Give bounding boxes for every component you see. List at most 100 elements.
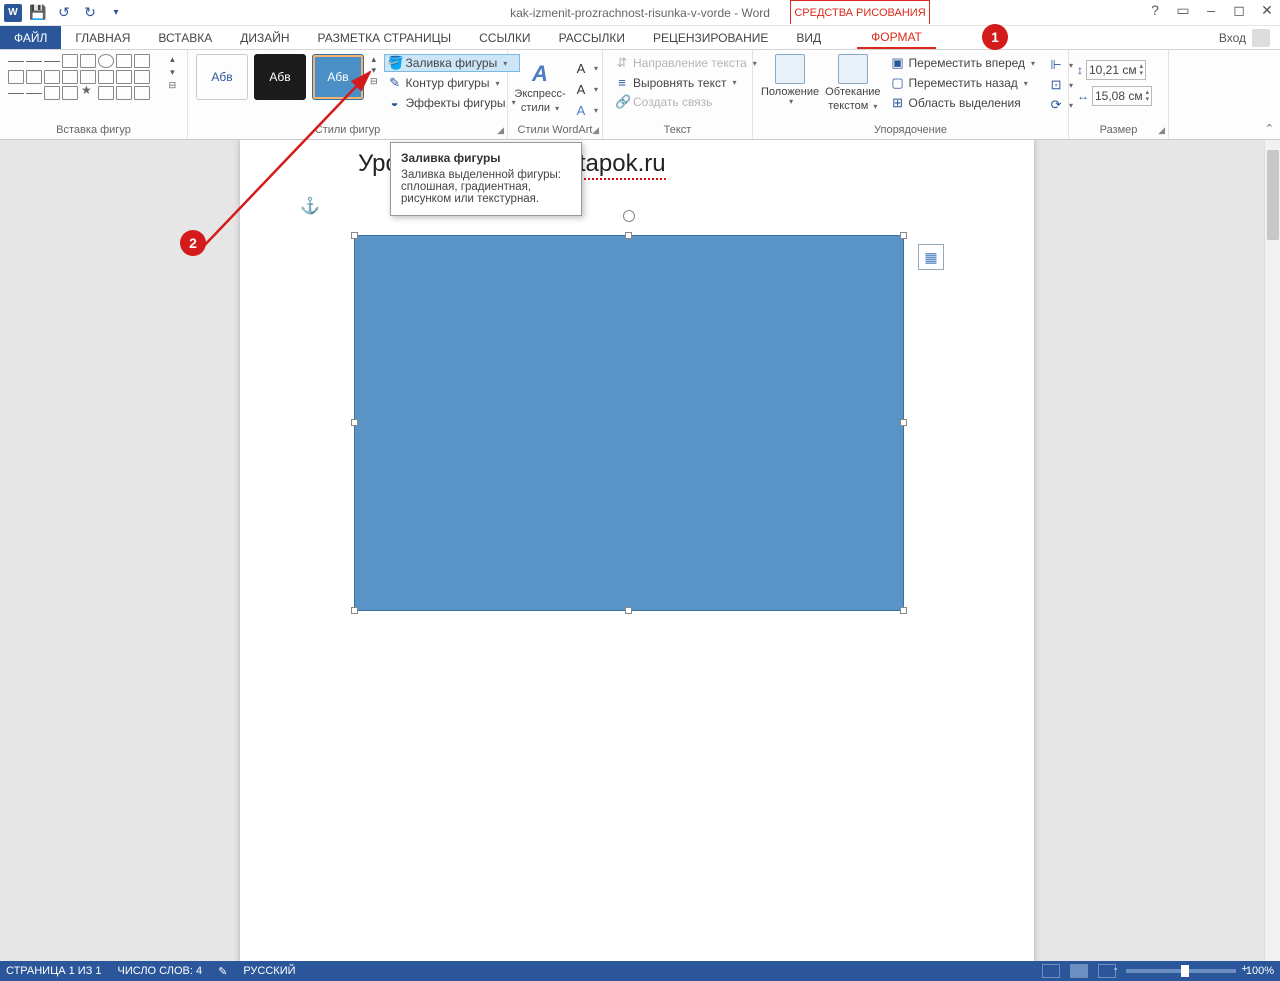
group-text: ⇵Направление текста▾ ≡Выровнять текст▾ 🔗… bbox=[603, 50, 753, 139]
selection-pane-icon: ⊞ bbox=[891, 95, 905, 111]
create-link-button: 🔗Создать связь bbox=[611, 93, 761, 111]
view-read-mode-button[interactable] bbox=[1042, 964, 1060, 978]
view-print-layout-button[interactable] bbox=[1070, 964, 1088, 978]
status-language[interactable]: РУССКИЙ bbox=[243, 965, 295, 977]
status-page[interactable]: СТРАНИЦА 1 ИЗ 1 bbox=[6, 965, 102, 977]
undo-icon[interactable]: ↺ bbox=[54, 3, 74, 23]
dialog-launcher-icon[interactable]: ◢ bbox=[1158, 125, 1165, 136]
resize-handle[interactable] bbox=[625, 607, 632, 614]
group-label-shape-styles: Стили фигур bbox=[196, 122, 499, 139]
tab-home[interactable]: ГЛАВНАЯ bbox=[61, 26, 144, 49]
tab-design[interactable]: ДИЗАЙН bbox=[226, 26, 303, 49]
tab-format[interactable]: ФОРМАТ bbox=[857, 26, 936, 49]
document-area: Уроxxxxxxxxxxxxxxxtapok.ru ⚓ ▦ bbox=[0, 140, 1280, 961]
bring-forward-icon: ▣ bbox=[891, 55, 905, 71]
collapse-ribbon-icon[interactable]: ⌃ bbox=[1265, 122, 1274, 135]
resize-handle[interactable] bbox=[351, 419, 358, 426]
style-thumb-2[interactable]: Абв bbox=[254, 54, 306, 100]
tab-review[interactable]: РЕЦЕНЗИРОВАНИЕ bbox=[639, 26, 782, 49]
help-icon[interactable]: ? bbox=[1146, 2, 1164, 19]
shape-fill-button[interactable]: 🪣Заливка фигуры▾ bbox=[384, 54, 520, 72]
resize-handle[interactable] bbox=[625, 232, 632, 239]
zoom-slider-knob[interactable] bbox=[1181, 965, 1189, 977]
resize-handle[interactable] bbox=[900, 607, 907, 614]
group-size: ↕ 10,21 см▴▾ ↔ 15,08 см▴▾ Размер ◢ bbox=[1069, 50, 1169, 139]
bring-forward-button[interactable]: ▣Переместить вперед▾ bbox=[887, 54, 1040, 72]
dialog-launcher-icon[interactable]: ◢ bbox=[497, 125, 504, 136]
tab-references[interactable]: ССЫЛКИ bbox=[465, 26, 544, 49]
status-word-count[interactable]: ЧИСЛО СЛОВ: 4 bbox=[118, 965, 203, 977]
height-icon: ↕ bbox=[1077, 63, 1083, 77]
tab-view[interactable]: ВИД bbox=[782, 26, 835, 49]
position-button[interactable]: Положение▾ bbox=[761, 54, 819, 107]
tab-file[interactable]: ФАЙЛ bbox=[0, 26, 61, 49]
status-proofing-icon[interactable]: ✎ bbox=[218, 965, 227, 978]
effects-icon: ◒ bbox=[388, 95, 402, 110]
page[interactable]: Уроxxxxxxxxxxxxxxxtapok.ru ⚓ ▦ bbox=[240, 140, 1034, 961]
width-icon: ↔ bbox=[1077, 89, 1089, 103]
anchor-icon: ⚓ bbox=[300, 196, 320, 216]
sign-in-label: Вход bbox=[1219, 31, 1246, 45]
layout-options-button[interactable]: ▦ bbox=[918, 244, 944, 270]
style-thumb-1[interactable]: Абв bbox=[196, 54, 248, 100]
selected-rectangle-shape[interactable] bbox=[354, 235, 904, 611]
send-backward-icon: ▢ bbox=[891, 75, 905, 91]
quick-styles-button[interactable]: A Экспресс- стили ▾ bbox=[516, 62, 564, 114]
maximize-icon[interactable]: ◻ bbox=[1230, 2, 1248, 19]
rotate-handle[interactable] bbox=[623, 210, 635, 222]
group-shape-styles: Абв Абв Абв ▴▾⊟ 🪣Заливка фигуры▾ ✎Контур… bbox=[188, 50, 508, 139]
rotate-icon: ⟳ bbox=[1049, 97, 1063, 113]
shape-style-gallery-more[interactable]: ▴▾⊟ bbox=[370, 54, 378, 87]
word-app-icon: W bbox=[4, 4, 22, 22]
zoom-slider[interactable] bbox=[1126, 969, 1236, 973]
wrap-text-button[interactable]: Обтекание текстом ▾ bbox=[825, 54, 880, 112]
shapes-gallery[interactable] bbox=[8, 54, 158, 100]
window-title: kak-izmenit-prozrachnost-risunka-v-vorde… bbox=[0, 6, 1280, 20]
style-thumb-3[interactable]: Абв bbox=[312, 54, 364, 100]
text-effects-button[interactable]: A▾ bbox=[570, 102, 602, 119]
group-arrange: Положение▾ Обтекание текстом ▾ ▣Перемест… bbox=[753, 50, 1069, 139]
tab-page-layout[interactable]: РАЗМЕТКА СТРАНИЦЫ bbox=[304, 26, 466, 49]
resize-handle[interactable] bbox=[351, 232, 358, 239]
shape-effects-button[interactable]: ◒Эффекты фигуры▾ bbox=[384, 94, 520, 111]
align-text-button[interactable]: ≡Выровнять текст▾ bbox=[611, 74, 761, 91]
group-label-size: Размер bbox=[1077, 122, 1160, 139]
text-outline-button[interactable]: A▾ bbox=[570, 81, 602, 98]
bucket-icon: 🪣 bbox=[388, 55, 402, 71]
vertical-scrollbar[interactable] bbox=[1264, 140, 1280, 961]
redo-icon[interactable]: ↻ bbox=[80, 3, 100, 23]
shapes-gallery-more[interactable]: ▴▾⊟ bbox=[166, 54, 179, 91]
resize-handle[interactable] bbox=[900, 419, 907, 426]
save-icon[interactable]: 💾 bbox=[28, 3, 48, 23]
shape-fill-tooltip: Заливка фигуры Заливка выделенной фигуры… bbox=[390, 142, 582, 216]
send-backward-button[interactable]: ▢Переместить назад▾ bbox=[887, 74, 1040, 92]
qat-more-icon[interactable]: ▾ bbox=[106, 3, 126, 23]
title-bar: W 💾 ↺ ↻ ▾ kak-izmenit-prozrachnost-risun… bbox=[0, 0, 1280, 26]
minimize-icon[interactable]: – bbox=[1202, 2, 1220, 19]
text-fill-button[interactable]: A▾ bbox=[570, 60, 602, 77]
group-wordart-styles: A Экспресс- стили ▾ A▾ A▾ A▾ Стили WordA… bbox=[508, 50, 603, 139]
status-bar: СТРАНИЦА 1 ИЗ 1 ЧИСЛО СЛОВ: 4 ✎ РУССКИЙ … bbox=[0, 961, 1280, 981]
position-icon bbox=[775, 54, 805, 84]
wrap-icon bbox=[838, 54, 868, 84]
ribbon-options-icon[interactable]: ▭ bbox=[1174, 2, 1192, 19]
tooltip-body: Заливка выделенной фигуры: сплошная, гра… bbox=[401, 169, 571, 205]
shape-width-field[interactable]: ↔ 15,08 см▴▾ bbox=[1077, 86, 1152, 106]
shape-style-gallery[interactable]: Абв Абв Абв bbox=[196, 54, 364, 100]
tab-insert[interactable]: ВСТАВКА bbox=[144, 26, 226, 49]
shape-height-field[interactable]: ↕ 10,21 см▴▾ bbox=[1077, 60, 1146, 80]
group-label-insert-shapes: Вставка фигур bbox=[8, 122, 179, 139]
zoom-percent[interactable]: 100% bbox=[1246, 965, 1274, 977]
scrollbar-thumb[interactable] bbox=[1267, 150, 1279, 240]
selection-pane-button[interactable]: ⊞Область выделения bbox=[887, 94, 1040, 112]
dialog-launcher-icon[interactable]: ◢ bbox=[592, 125, 599, 136]
resize-handle[interactable] bbox=[900, 232, 907, 239]
group-icon: ⊡ bbox=[1049, 77, 1063, 93]
tab-mailings[interactable]: РАССЫЛКИ bbox=[545, 26, 639, 49]
group-insert-shapes: ▴▾⊟ Вставка фигур bbox=[0, 50, 188, 139]
height-value: 10,21 см bbox=[1089, 63, 1137, 77]
sign-in[interactable]: Вход bbox=[1219, 26, 1270, 50]
shape-outline-button[interactable]: ✎Контур фигуры▾ bbox=[384, 74, 520, 92]
resize-handle[interactable] bbox=[351, 607, 358, 614]
close-icon[interactable]: ✕ bbox=[1258, 2, 1276, 19]
